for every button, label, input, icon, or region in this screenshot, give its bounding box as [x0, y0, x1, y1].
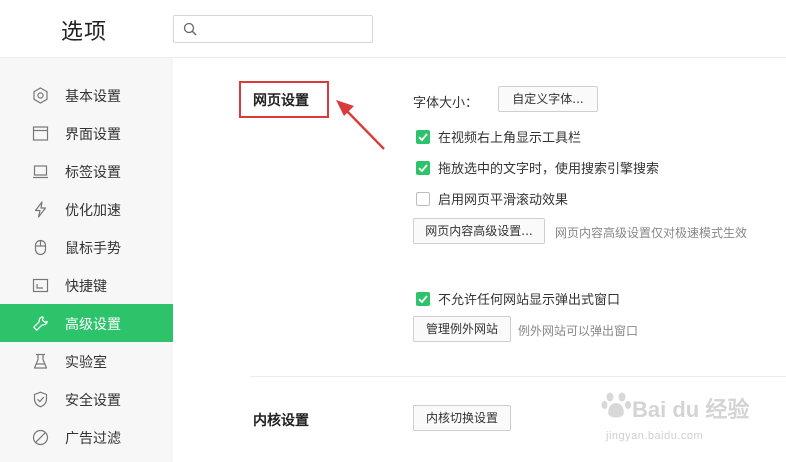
sidebar-item-mouse[interactable]: 鼠标手势 [0, 228, 173, 266]
sidebar-item-security[interactable]: 安全设置 [0, 380, 173, 418]
sidebar-item-label: 标签设置 [65, 165, 121, 181]
paw-icon [601, 392, 631, 418]
sidebar-item-advanced[interactable]: 高级设置 [0, 304, 173, 342]
mouse-icon [34, 239, 47, 256]
keyboard-icon [32, 278, 49, 293]
section-title-kernel: 内核设置 [253, 413, 309, 429]
sidebar-item-label: 广告过滤 [65, 431, 121, 447]
kernel-switch-button[interactable]: 内核切换设置 [413, 405, 511, 431]
font-size-label: 字体大小： [413, 96, 479, 111]
flask-icon [33, 353, 48, 369]
sidebar-item-lab[interactable]: 实验室 [0, 342, 173, 380]
baidu-watermark: Bai du 经验 jingyan.baidu.com [600, 386, 750, 456]
sidebar-item-interface[interactable]: 界面设置 [0, 114, 173, 152]
checkbox-checked-icon[interactable] [416, 129, 430, 144]
sidebar-item-label: 基本设置 [65, 89, 121, 105]
advanced-content-button[interactable]: 网页内容高级设置... [413, 218, 545, 244]
manage-exceptions-button[interactable]: 管理例外网站 [413, 316, 511, 342]
checkbox-block-popups[interactable]: 不允许任何网站显示弹出式窗口 [416, 289, 620, 308]
window-icon [32, 126, 49, 141]
sidebar-item-basic[interactable]: 基本设置 [0, 76, 173, 114]
annotation-arrow-icon [336, 100, 385, 150]
custom-font-button[interactable]: 自定义字体... [498, 86, 598, 112]
checkbox-drag-search[interactable]: 拖放选中的文字时，使用搜索引擎搜索 [416, 158, 659, 177]
checkbox-checked-icon[interactable] [416, 291, 430, 306]
sidebar-item-tabs[interactable]: 标签设置 [0, 152, 173, 190]
search-icon [183, 22, 197, 36]
search-box[interactable] [173, 15, 373, 43]
tab-icon [33, 165, 48, 179]
watermark-brand: Bai du 经验 [632, 397, 750, 422]
wrench-icon [33, 316, 48, 331]
shield-icon [33, 391, 48, 408]
sidebar-item-label: 安全设置 [65, 393, 121, 409]
checkbox-label: 拖放选中的文字时，使用搜索引擎搜索 [438, 162, 660, 177]
page-title: 选项 [61, 20, 108, 45]
sidebar-item-label: 优化加速 [65, 203, 121, 219]
sidebar-item-optimize[interactable]: 优化加速 [0, 190, 173, 228]
checkbox-label: 启用网页平滑滚动效果 [438, 193, 569, 208]
sidebar-item-shortcuts[interactable]: 快捷键 [0, 266, 173, 304]
checkbox-unchecked-icon[interactable] [416, 191, 430, 206]
section-divider [250, 376, 786, 377]
checkbox-label: 不允许任何网站显示弹出式窗口 [438, 293, 621, 308]
checkbox-label: 在视频右上角显示工具栏 [438, 131, 582, 146]
block-icon [32, 429, 49, 446]
sidebar-item-label: 实验室 [65, 355, 107, 371]
highlight-box [239, 81, 329, 118]
gear-icon [33, 87, 48, 104]
sidebar-item-label: 快捷键 [65, 279, 107, 295]
sidebar: 基本设置 界面设置 标签设置 优化加速 鼠标手势 快捷键 高级设置 实验室 安全… [0, 58, 173, 462]
sidebar-item-label: 鼠标手势 [65, 241, 121, 257]
exceptions-hint: 例外网站可以弹出窗口 [518, 324, 639, 338]
lightning-icon [34, 201, 47, 218]
watermark-url: jingyan.baidu.com [606, 430, 704, 442]
sidebar-item-adblock[interactable]: 广告过滤 [0, 418, 173, 456]
sidebar-item-label: 界面设置 [65, 127, 121, 143]
advanced-content-hint: 网页内容高级设置仅对极速模式生效 [555, 226, 748, 240]
search-input[interactable] [202, 19, 367, 39]
checkbox-checked-icon[interactable] [416, 160, 430, 175]
checkbox-video-toolbar[interactable]: 在视频右上角显示工具栏 [416, 127, 581, 146]
sidebar-item-label: 高级设置 [65, 317, 121, 333]
checkbox-smooth-scroll[interactable]: 启用网页平滑滚动效果 [416, 189, 568, 208]
header: 选项 [0, 0, 786, 58]
